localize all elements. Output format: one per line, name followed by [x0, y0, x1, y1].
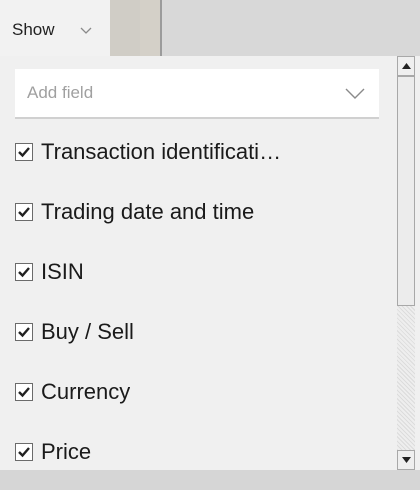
vertical-divider [160, 0, 162, 56]
scrollbar-thumb[interactable] [397, 76, 415, 306]
bottom-strip [0, 470, 420, 490]
check-icon [18, 207, 30, 218]
checkbox[interactable] [15, 203, 33, 221]
arrow-down-icon [402, 457, 411, 463]
field-label: Transaction identificati… [41, 139, 282, 164]
show-label: Show [12, 20, 55, 39]
checkbox[interactable] [15, 383, 33, 401]
check-icon [18, 327, 30, 338]
field-label: Price [41, 439, 92, 464]
check-icon [18, 447, 30, 458]
checkbox[interactable] [15, 263, 33, 281]
check-icon [18, 267, 30, 278]
field-item[interactable]: Transaction identificati… [15, 132, 385, 172]
field-item[interactable]: Currency [15, 372, 385, 412]
check-icon [18, 387, 30, 398]
field-label: ISIN [41, 259, 84, 284]
field-item[interactable]: Buy / Sell [15, 312, 385, 352]
field-item[interactable]: ISIN [15, 252, 385, 292]
scroll-up-button[interactable] [397, 56, 415, 76]
show-dropdown[interactable]: Show [0, 0, 110, 56]
field-item[interactable]: Price [15, 432, 385, 470]
add-field-select[interactable] [15, 69, 379, 119]
chevron-down-icon [80, 22, 92, 40]
field-item[interactable]: Trading date and time [15, 192, 385, 232]
arrow-up-icon [402, 63, 411, 69]
scroll-down-button[interactable] [397, 450, 415, 470]
add-field-input[interactable] [15, 69, 335, 117]
checkbox[interactable] [15, 443, 33, 461]
check-icon [18, 147, 30, 158]
checkbox[interactable] [15, 143, 33, 161]
field-label: Currency [41, 379, 131, 404]
field-label: Buy / Sell [41, 319, 134, 344]
fields-panel: Transaction identificati… Trading date a… [0, 56, 420, 470]
vertical-scrollbar[interactable] [397, 56, 415, 470]
field-label: Trading date and time [41, 199, 255, 224]
chevron-down-icon[interactable] [345, 87, 365, 105]
checkbox[interactable] [15, 323, 33, 341]
